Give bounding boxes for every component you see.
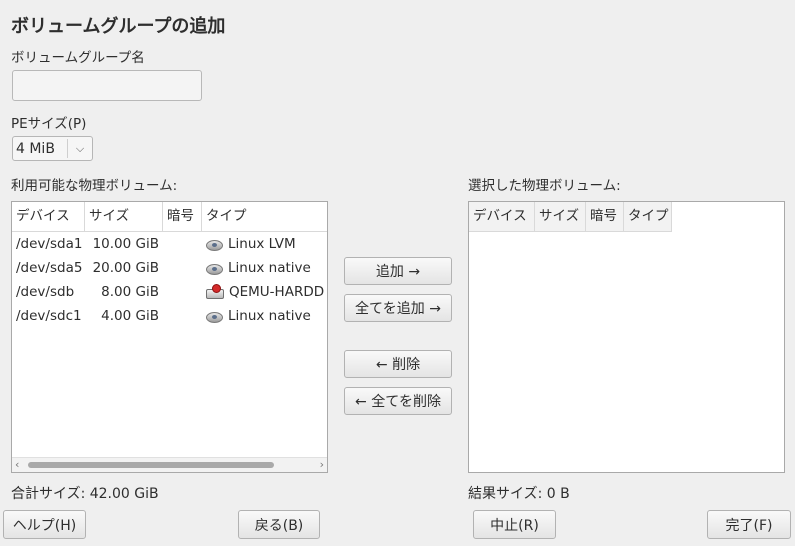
- table-row[interactable]: /dev/sdc1 4.00 GiB Linux native: [12, 304, 327, 328]
- column-header-encryption[interactable]: 暗号: [586, 202, 624, 231]
- scroll-left-icon[interactable]: ‹: [15, 458, 19, 471]
- table-row[interactable]: /dev/sda1 10.00 GiB Linux LVM: [12, 232, 327, 256]
- scroll-right-icon[interactable]: ›: [320, 458, 324, 471]
- result-size-label: 結果サイズ: 0 B: [468, 486, 570, 502]
- add-all-button[interactable]: 全てを追加 →: [344, 294, 452, 322]
- table-header: デバイス サイズ 暗号 タイプ: [12, 202, 327, 232]
- add-button[interactable]: 追加 →: [344, 257, 452, 285]
- help-button[interactable]: ヘルプ(H): [3, 510, 86, 539]
- chevron-down-icon: ⌵: [75, 141, 85, 155]
- vg-name-label: ボリュームグループ名: [11, 50, 145, 66]
- column-header-device[interactable]: デバイス: [12, 202, 85, 231]
- cell-type: Linux native: [228, 308, 311, 324]
- available-pv-table[interactable]: デバイス サイズ 暗号 タイプ /dev/sda1 10.00 GiB Linu…: [11, 201, 328, 473]
- dialog-title: ボリュームグループの追加: [11, 16, 226, 37]
- remove-button[interactable]: ← 削除: [344, 350, 452, 378]
- column-header-encryption[interactable]: 暗号: [163, 202, 202, 231]
- cell-device: /dev/sda1: [16, 236, 83, 252]
- cell-device: /dev/sdc1: [16, 308, 82, 324]
- horizontal-scrollbar[interactable]: ‹ ›: [12, 457, 327, 472]
- cell-type: QEMU-HARDD: [229, 284, 325, 300]
- selected-pv-label: 選択した物理ボリューム:: [468, 178, 621, 194]
- total-size-label: 合計サイズ: 42.00 GiB: [11, 486, 159, 502]
- disk-icon: [206, 309, 223, 323]
- column-header-size[interactable]: サイズ: [535, 202, 586, 231]
- column-header-type[interactable]: タイプ: [202, 202, 327, 231]
- vg-name-input[interactable]: [12, 70, 202, 101]
- table-header: デバイス サイズ 暗号 タイプ: [469, 202, 672, 232]
- pe-size-label: PEサイズ(P): [11, 116, 87, 132]
- cell-size: 10.00 GiB: [92, 236, 159, 252]
- available-pv-label: 利用可能な物理ボリューム:: [11, 178, 178, 194]
- cell-device: /dev/sdb: [16, 284, 75, 300]
- column-header-size[interactable]: サイズ: [85, 202, 163, 231]
- back-button[interactable]: 戻る(B): [238, 510, 320, 539]
- hard-drive-icon: [206, 284, 224, 300]
- column-header-device[interactable]: デバイス: [469, 202, 535, 231]
- cell-size: 8.00 GiB: [101, 284, 159, 300]
- pe-size-value: 4 MiB: [16, 140, 55, 157]
- table-row[interactable]: /dev/sda5 20.00 GiB Linux native: [12, 256, 327, 280]
- disk-icon: [206, 261, 223, 275]
- cell-device: /dev/sda5: [16, 260, 83, 276]
- cell-type: Linux native: [228, 260, 311, 276]
- scrollbar-thumb[interactable]: [28, 462, 274, 468]
- selected-pv-table[interactable]: デバイス サイズ 暗号 タイプ: [468, 201, 785, 473]
- table-row[interactable]: /dev/sdb 8.00 GiB QEMU-HARDD: [12, 280, 327, 304]
- abort-button[interactable]: 中止(R): [473, 510, 556, 539]
- finish-button[interactable]: 完了(F): [707, 510, 791, 539]
- cell-size: 4.00 GiB: [101, 308, 159, 324]
- cell-size: 20.00 GiB: [92, 260, 159, 276]
- pe-size-select[interactable]: 4 MiB ⌵: [12, 136, 93, 161]
- column-header-type[interactable]: タイプ: [624, 202, 672, 231]
- remove-all-button[interactable]: ← 全てを削除: [344, 387, 452, 415]
- disk-icon: [206, 237, 223, 251]
- cell-type: Linux LVM: [228, 236, 296, 252]
